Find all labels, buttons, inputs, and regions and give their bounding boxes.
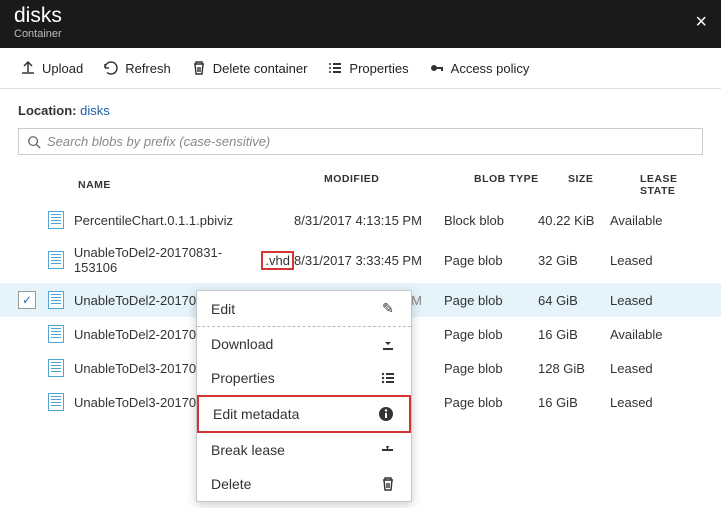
- file-icon: [48, 251, 64, 269]
- blob-type: Page blob: [444, 327, 538, 342]
- blob-name: UnableToDel2-20170: [74, 293, 196, 308]
- menu-properties[interactable]: Properties: [197, 361, 411, 395]
- refresh-icon: [103, 60, 119, 76]
- blob-lease: Leased: [610, 293, 703, 308]
- menu-edit-metadata[interactable]: Edit metadata: [197, 395, 411, 433]
- info-icon: [377, 406, 395, 422]
- blob-size: 32 GiB: [538, 253, 610, 268]
- key-icon: [429, 60, 445, 76]
- col-type[interactable]: BLOB TYPE: [474, 173, 568, 197]
- blob-lease: Leased: [610, 361, 703, 376]
- menu-edit-label: Edit: [211, 301, 235, 317]
- blob-size: 16 GiB: [538, 395, 610, 410]
- search-icon: [27, 135, 41, 149]
- blob-type: Page blob: [444, 361, 538, 376]
- menu-download-label: Download: [211, 336, 273, 352]
- blob-size: 16 GiB: [538, 327, 610, 342]
- location-bar: Location: disks: [0, 89, 721, 128]
- window-header: disks Container ×: [0, 0, 721, 48]
- search-input[interactable]: Search blobs by prefix (case-sensitive): [18, 128, 703, 155]
- blob-type: Page blob: [444, 293, 538, 308]
- blob-size: 128 GiB: [538, 361, 610, 376]
- file-icon: [48, 211, 64, 229]
- delete-container-label: Delete container: [213, 61, 308, 76]
- blob-modified: 8/31/2017 3:33:45 PM: [294, 253, 444, 268]
- upload-label: Upload: [42, 61, 83, 76]
- file-icon: [48, 359, 64, 377]
- blob-name: UnableToDel2-20170: [74, 327, 196, 342]
- properties-button[interactable]: Properties: [319, 54, 416, 82]
- col-name[interactable]: NAME: [78, 173, 324, 197]
- table-row[interactable]: UnableToDel2-20170831-153106.vhd 8/31/20…: [0, 237, 721, 283]
- blob-size: 64 GiB: [538, 293, 610, 308]
- menu-delete-label: Delete: [211, 476, 251, 492]
- table-row[interactable]: PercentileChart.0.1.1.pbiviz 8/31/2017 4…: [0, 203, 721, 237]
- access-policy-label: Access policy: [451, 61, 530, 76]
- search-placeholder: Search blobs by prefix (case-sensitive): [47, 134, 270, 149]
- close-icon[interactable]: ×: [695, 11, 707, 34]
- location-label: Location:: [18, 103, 77, 118]
- menu-delete[interactable]: Delete: [197, 467, 411, 501]
- refresh-label: Refresh: [125, 61, 171, 76]
- col-modified[interactable]: MODIFIED: [324, 173, 474, 197]
- col-lease[interactable]: LEASE STATE: [640, 173, 703, 197]
- blob-lease: Available: [610, 213, 703, 228]
- blob-lease: Available: [610, 327, 703, 342]
- blob-lease: Leased: [610, 253, 703, 268]
- access-policy-button[interactable]: Access policy: [421, 54, 538, 82]
- container-title: disks: [14, 4, 62, 28]
- menu-metadata-label: Edit metadata: [213, 406, 299, 422]
- blob-type: Page blob: [444, 395, 538, 410]
- properties-label: Properties: [349, 61, 408, 76]
- location-link[interactable]: disks: [80, 103, 110, 118]
- file-icon: [48, 291, 64, 309]
- blob-lease: Leased: [610, 395, 703, 410]
- menu-break-lease[interactable]: Break lease: [197, 433, 411, 467]
- blob-name: UnableToDel3-20170: [74, 361, 196, 376]
- toolbar: Upload Refresh Delete container Properti…: [0, 48, 721, 89]
- refresh-button[interactable]: Refresh: [95, 54, 179, 82]
- blob-name: UnableToDel2-20170831-153106: [74, 245, 264, 275]
- upload-icon: [20, 60, 36, 76]
- blob-type: Block blob: [444, 213, 538, 228]
- delete-container-button[interactable]: Delete container: [183, 54, 316, 82]
- list-icon: [379, 370, 397, 386]
- table-header: NAME MODIFIED BLOB TYPE SIZE LEASE STATE: [0, 167, 721, 203]
- col-size[interactable]: SIZE: [568, 173, 640, 197]
- menu-download[interactable]: Download: [197, 327, 411, 361]
- header-subtitle: Container: [14, 28, 62, 40]
- context-menu: Edit ✎ Download Properties Edit metadata…: [196, 290, 412, 502]
- blob-size: 40.22 KiB: [538, 213, 610, 228]
- blob-name: UnableToDel3-20170: [74, 395, 196, 410]
- menu-properties-label: Properties: [211, 370, 275, 386]
- menu-edit[interactable]: Edit ✎: [197, 291, 411, 327]
- blob-type: Page blob: [444, 253, 538, 268]
- blob-modified: 8/31/2017 4:13:15 PM: [294, 213, 444, 228]
- break-icon: [379, 442, 397, 458]
- properties-list-icon: [327, 60, 343, 76]
- upload-button[interactable]: Upload: [12, 54, 91, 82]
- trash-icon: [379, 476, 397, 492]
- blob-name: PercentileChart.0.1.1.pbiviz: [74, 213, 233, 228]
- row-checkbox[interactable]: [18, 291, 36, 309]
- menu-break-label: Break lease: [211, 442, 285, 458]
- download-icon: [379, 336, 397, 352]
- file-icon: [48, 393, 64, 411]
- pencil-icon: ✎: [379, 300, 397, 317]
- trash-icon: [191, 60, 207, 76]
- vhd-highlight: .vhd: [261, 251, 294, 270]
- file-icon: [48, 325, 64, 343]
